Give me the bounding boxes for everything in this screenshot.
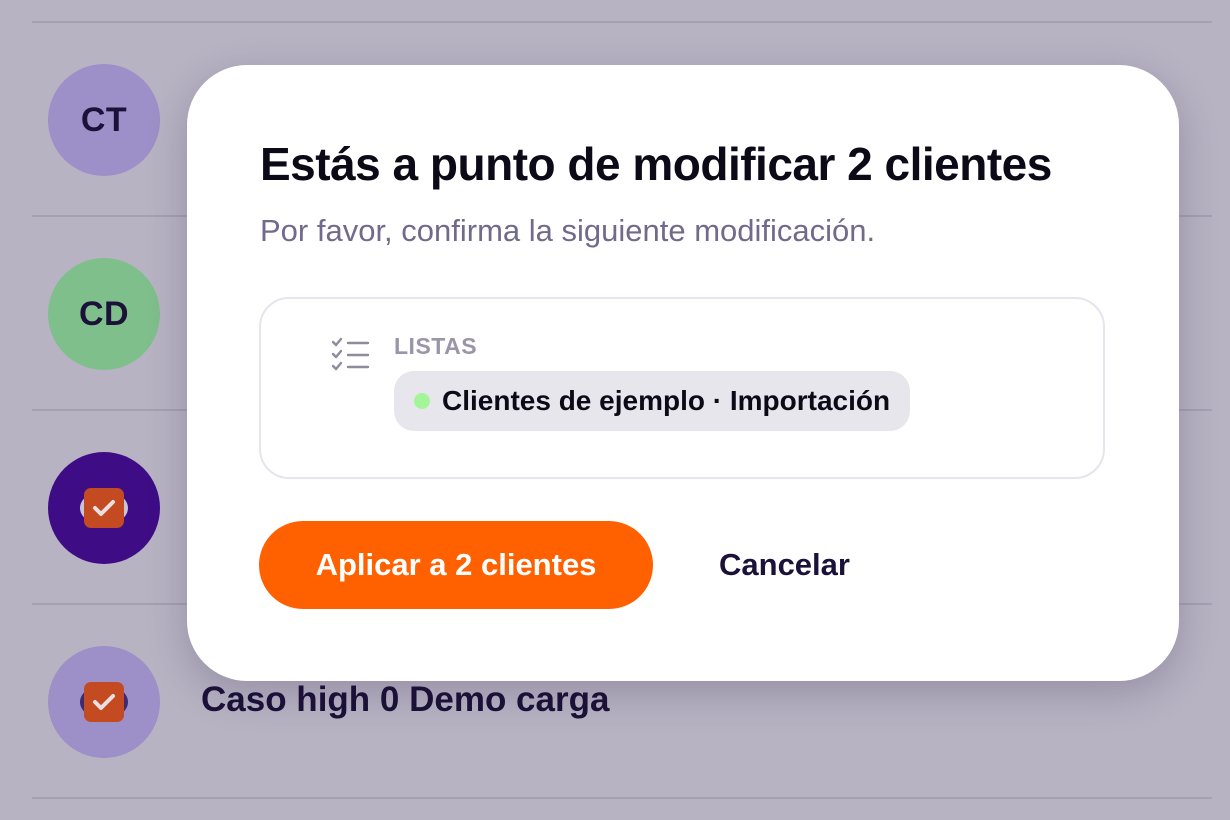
checkbox-badge-icon <box>76 488 132 528</box>
field-label-lists: LISTAS <box>394 333 478 359</box>
row-divider <box>32 797 1212 799</box>
list-tag-label: Clientes de ejemplo · Importación <box>442 385 891 416</box>
list-tag: Clientes de ejemplo · Importación <box>394 371 911 431</box>
client-name: Caso high 0 Demo carga <box>201 680 610 719</box>
cancel-button[interactable]: Cancelar <box>695 521 874 609</box>
avatar: CT <box>48 64 160 176</box>
confirm-modal: Estás a punto de modificar 2 clientes Po… <box>187 65 1179 681</box>
checkbox-badge-icon <box>76 682 132 722</box>
avatar-initials: CD <box>78 294 130 333</box>
avatar-initials: CT <box>80 100 128 139</box>
avatar <box>48 452 160 564</box>
change-summary: LISTAS Clientes de ejemplo · Importación <box>259 297 1105 479</box>
avatar <box>48 646 160 758</box>
apply-button[interactable]: Aplicar a 2 clientes <box>259 521 653 609</box>
status-dot <box>414 393 430 409</box>
avatar: CD <box>48 258 160 370</box>
modal-subtitle: Por favor, confirma la siguiente modific… <box>260 213 876 248</box>
modal-title: Estás a punto de modificar 2 clientes <box>260 138 1052 190</box>
checklist-icon <box>331 337 370 371</box>
